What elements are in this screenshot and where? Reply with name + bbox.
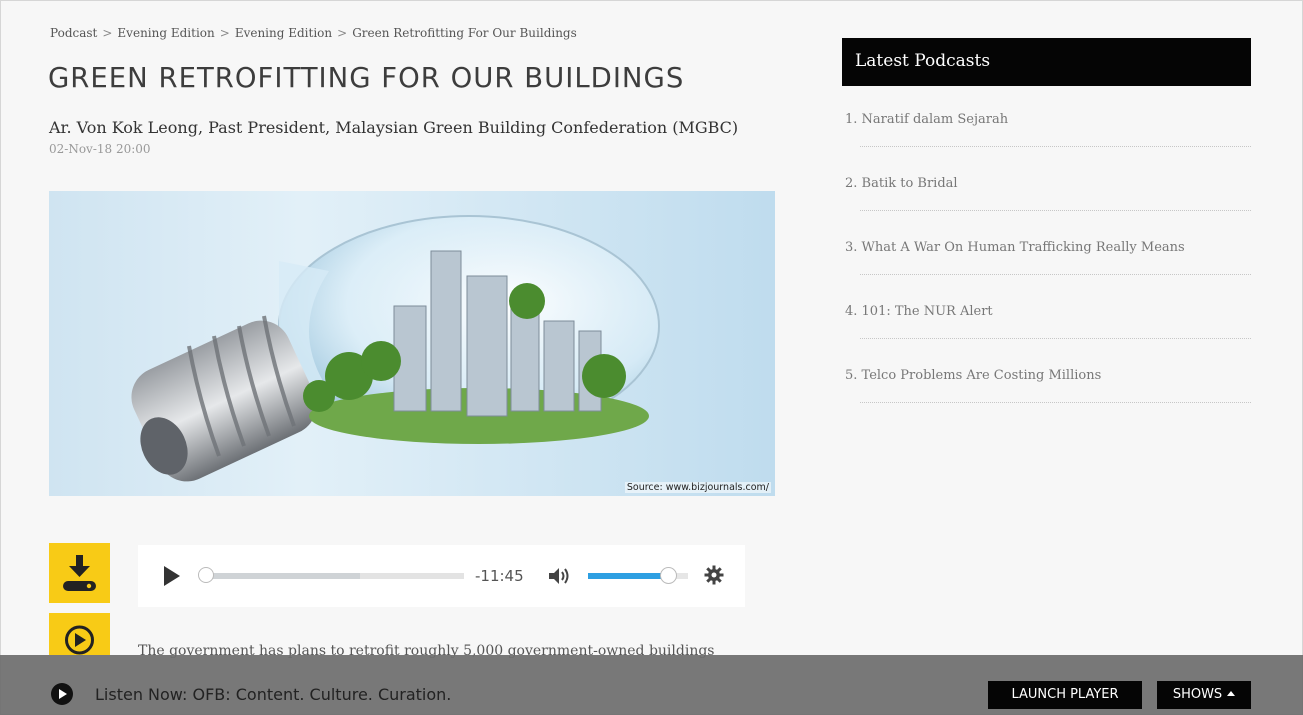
download-icon: [63, 555, 96, 591]
lightbulb-city-illustration: [131, 215, 660, 482]
play-circle-icon[interactable]: [51, 683, 73, 705]
shows-label: SHOWS: [1172, 687, 1223, 702]
podcast-link-2[interactable]: 2. Batik to Bridal: [845, 176, 958, 191]
play-episode-button[interactable]: [49, 613, 110, 655]
breadcrumb-item-evening-edition[interactable]: Evening Edition: [117, 26, 214, 40]
time-remaining: -11:45: [475, 567, 524, 585]
list-item: 3. What A War On Human Trafficking Reall…: [842, 214, 1251, 278]
article-byline: Ar. Von Kok Leong, Past President, Malay…: [49, 118, 739, 137]
speaker-icon[interactable]: [547, 566, 573, 586]
divider: [860, 210, 1251, 211]
breadcrumb: Podcast > Evening Edition > Evening Edition >…: [50, 26, 577, 40]
article-date: 02-Nov-18 20:00: [49, 142, 151, 156]
breadcrumb-separator: >: [219, 26, 230, 40]
launch-player-button[interactable]: LAUNCH PLAYER: [988, 681, 1142, 709]
breadcrumb-item-podcast[interactable]: Podcast: [50, 26, 97, 40]
breadcrumb-separator: >: [337, 26, 348, 40]
breadcrumb-separator: >: [102, 26, 113, 40]
play-circle-icon: [65, 625, 94, 655]
list-item: 1. Naratif dalam Sejarah: [842, 86, 1251, 150]
image-caption: Source: www.bizjournals.com/: [624, 482, 771, 493]
launch-player-label: LAUNCH PLAYER: [1011, 687, 1119, 702]
podcast-link-4[interactable]: 4. 101: The NUR Alert: [845, 304, 993, 319]
divider: [860, 338, 1251, 339]
list-item: 4. 101: The NUR Alert: [842, 278, 1251, 342]
volume-slider[interactable]: [588, 567, 688, 584]
volume-handle[interactable]: [660, 567, 677, 584]
podcast-link-5[interactable]: 5. Telco Problems Are Costing Millions: [845, 368, 1101, 383]
podcast-link-1[interactable]: 1. Naratif dalam Sejarah: [845, 112, 1008, 127]
play-icon[interactable]: [164, 566, 180, 586]
shows-button[interactable]: SHOWS: [1157, 681, 1251, 709]
buffered-progress: [204, 573, 360, 579]
podcast-link-3[interactable]: 3. What A War On Human Trafficking Reall…: [845, 240, 1185, 255]
hero-image: Source: www.bizjournals.com/: [49, 191, 775, 496]
latest-podcasts-heading: Latest Podcasts: [842, 38, 1251, 86]
seek-bar[interactable]: [198, 567, 464, 583]
divider: [860, 274, 1251, 275]
download-button[interactable]: [49, 543, 110, 603]
listen-now-text[interactable]: Listen Now: OFB: Content. Culture. Curat…: [95, 685, 451, 704]
breadcrumb-item-current: Green Retrofitting For Our Buildings: [352, 26, 577, 40]
divider: [860, 402, 1251, 403]
list-item: 2. Batik to Bridal: [842, 150, 1251, 214]
breadcrumb-item-evening-edition-2[interactable]: Evening Edition: [235, 26, 332, 40]
list-item: 5. Telco Problems Are Costing Millions: [842, 342, 1251, 406]
audio-player: -11:45: [138, 545, 745, 607]
bottom-player-bar: Listen Now: OFB: Content. Culture. Curat…: [0, 655, 1303, 715]
gear-icon[interactable]: [704, 565, 724, 585]
chevron-up-icon: [1227, 691, 1236, 696]
divider: [860, 146, 1251, 147]
page-title: GREEN RETROFITTING FOR OUR BUILDINGS: [48, 62, 685, 94]
latest-podcasts-list: 1. Naratif dalam Sejarah 2. Batik to Bri…: [842, 86, 1251, 406]
seek-handle[interactable]: [198, 567, 214, 583]
volume-level: [588, 573, 668, 579]
